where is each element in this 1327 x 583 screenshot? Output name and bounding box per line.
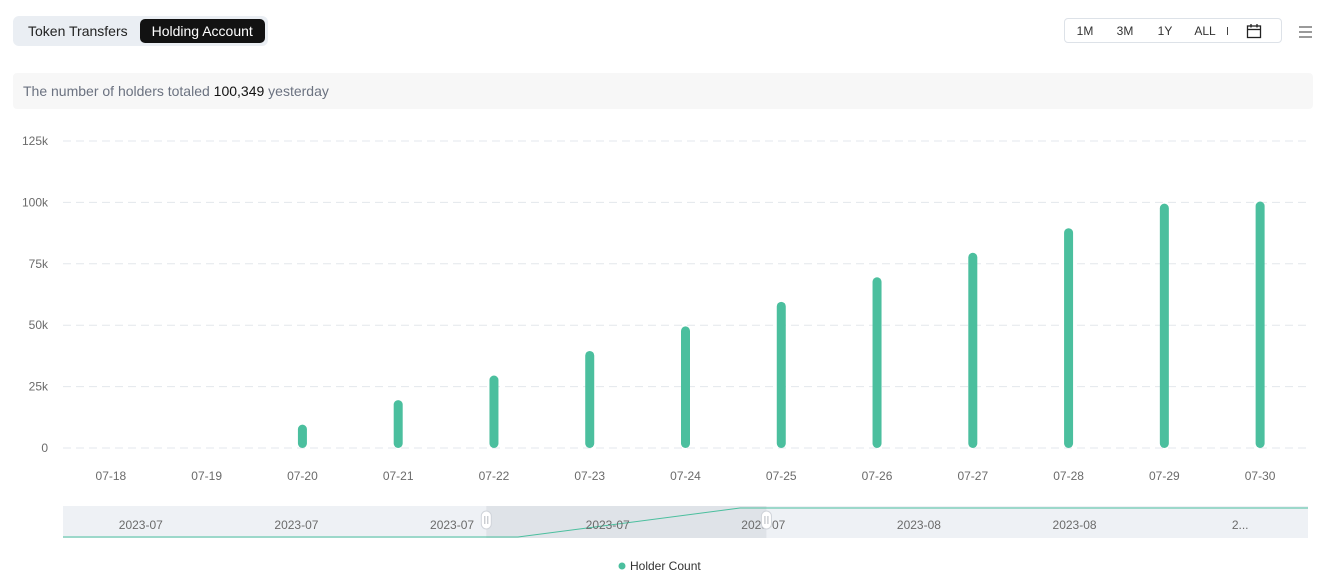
datazoom-label: 2023-07 [119,518,163,532]
x-tick-label: 07-22 [479,469,510,483]
y-tick-label: 25k [29,380,49,394]
legend-item-holder-count[interactable]: Holder Count [618,559,702,573]
x-tick-label: 07-29 [1149,469,1180,483]
x-tick-label: 07-23 [574,469,605,483]
datazoom-label: 2023-07 [586,518,630,532]
bar [585,350,595,448]
bar [776,301,786,448]
y-tick-label: 100k [22,195,49,209]
x-tick-label: 07-19 [191,469,222,483]
x-tick-label: 07-26 [862,469,893,483]
x-tick-label: 07-18 [96,469,127,483]
bar [1255,201,1265,448]
bar [1064,228,1074,448]
bar [968,252,978,448]
x-tick-label: 07-21 [383,469,414,483]
bar [872,277,882,448]
x-tick-label: 07-24 [670,469,701,483]
datazoom-label: 2023-08 [1053,518,1097,532]
holder-count-chart: 0 25k 50k 75k 100k 125k 07-18 07-19 07-20 07-21 0… [22,134,1308,573]
datazoom-label: 2023-08 [897,518,941,532]
datazoom-label: 2... [1232,518,1249,532]
bar [1159,203,1169,448]
y-tick-label: 50k [29,318,49,332]
x-tick-label: 07-30 [1245,469,1276,483]
bar [393,400,403,448]
legend-label: Holder Count [630,559,701,573]
x-tick-label: 07-25 [766,469,797,483]
bar [681,326,690,448]
datazoom-start-handle[interactable] [480,510,492,530]
bar [489,375,499,448]
y-tick-label: 75k [29,257,49,271]
y-tick-label: 0 [41,441,48,455]
x-tick-label: 07-28 [1053,469,1084,483]
y-tick-label: 125k [22,134,49,148]
bar [297,424,307,448]
datazoom-label: 2023-07 [430,518,474,532]
x-tick-label: 07-20 [287,469,318,483]
datazoom-end-handle[interactable] [760,510,772,530]
legend-marker [618,562,626,570]
x-tick-label: 07-27 [957,469,988,483]
datazoom-label: 2023-07 [274,518,318,532]
